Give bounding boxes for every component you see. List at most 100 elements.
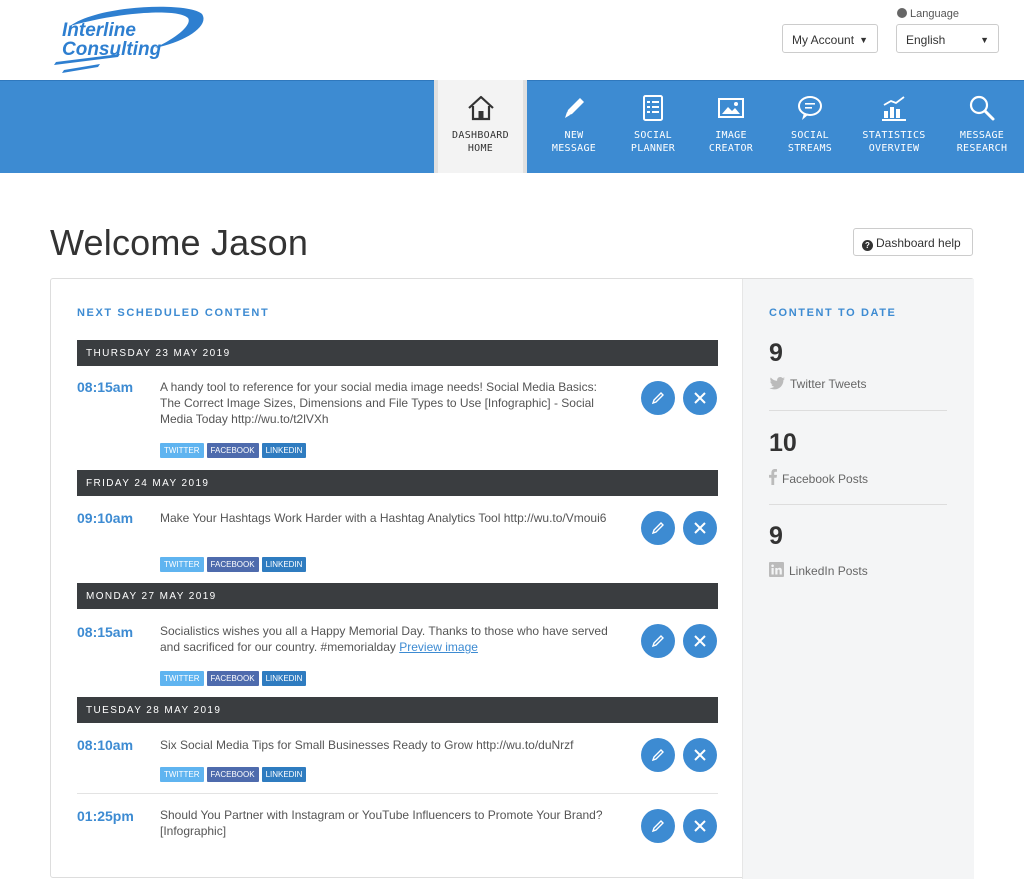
image-icon [718, 98, 744, 118]
nav-social-streams[interactable]: SOCIAL STREAMS [770, 80, 850, 173]
facebook-stat-label: Facebook Posts [769, 469, 868, 486]
pencil-icon [651, 522, 664, 535]
globe-icon [897, 8, 907, 18]
nav-image-creator[interactable]: IMAGE CREATOR [692, 80, 770, 173]
scheduled-message: A handy tool to reference for your socia… [160, 380, 597, 426]
facebook-tag: FACEBOOK [206, 557, 259, 572]
caret-down-icon: ▼ [980, 35, 989, 45]
nav-dashboard-home[interactable]: DASHBOARD HOME [434, 80, 527, 173]
preview-image-link[interactable]: Preview image [399, 640, 478, 654]
linkedin-stat-label: LinkedIn Posts [769, 562, 868, 578]
row-divider [77, 793, 718, 794]
my-account-dropdown[interactable]: My Account ▼ [782, 24, 878, 53]
nav-label-line2: STREAMS [787, 143, 833, 154]
next-scheduled-title: NEXT SCHEDULED CONTENT [77, 307, 270, 319]
scheduled-message: Six Social Media Tips for Small Business… [160, 738, 574, 752]
edit-button[interactable] [641, 381, 675, 415]
network-tags: TWITTER FACEBOOK LINKEDIN [160, 554, 309, 572]
content-to-date-title: CONTENT TO DATE [769, 307, 897, 319]
interline-consulting-logo[interactable]: Interline Consulting [50, 4, 210, 76]
language-label-text: Language [910, 8, 959, 20]
linkedin-tag: LINKEDIN [261, 671, 307, 686]
delete-button[interactable] [683, 624, 717, 658]
delete-button[interactable] [683, 381, 717, 415]
pencil-icon [565, 98, 584, 118]
my-account-value: My Account [792, 33, 855, 47]
scheduled-message: Make Your Hashtags Work Harder with a Ha… [160, 511, 607, 525]
close-icon [694, 522, 706, 534]
twitter-tag: TWITTER [160, 671, 204, 686]
language-dropdown[interactable]: English ▼ [896, 24, 999, 53]
twitter-tag: TWITTER [160, 557, 204, 572]
delete-button[interactable] [683, 809, 717, 843]
language-label: Language [897, 8, 959, 20]
nav-label-line1: SOCIAL [634, 130, 672, 141]
dashboard-help-button[interactable]: ? Dashboard help [853, 228, 973, 256]
linkedin-icon [769, 562, 784, 577]
edit-button[interactable] [641, 624, 675, 658]
scheduled-time: 01:25pm [77, 808, 134, 824]
nav-label-line1: STATISTICS [862, 130, 926, 141]
edit-button[interactable] [641, 809, 675, 843]
nav-label-line2: PLANNER [630, 143, 676, 154]
twitter-tag: TWITTER [160, 443, 204, 458]
scheduled-time: 08:10am [77, 737, 134, 753]
facebook-icon [769, 469, 777, 485]
nav-label-line1: NEW [564, 130, 584, 141]
message-text: Socialistics wishes you all a Happy Memo… [160, 624, 608, 654]
day-header: TUESDAY 28 MAY 2019 [77, 697, 718, 723]
pencil-icon [651, 392, 664, 405]
caret-down-icon: ▼ [859, 35, 868, 45]
edit-button[interactable] [641, 511, 675, 545]
content-to-date-panel: CONTENT TO DATE 9 Twitter Tweets 10 Face… [742, 279, 974, 879]
scheduled-message: Should You Partner with Instagram or You… [160, 808, 603, 838]
language-value: English [906, 33, 946, 47]
linkedin-tag: LINKEDIN [261, 767, 307, 782]
dashboard-help-label: Dashboard help [876, 236, 961, 250]
delete-button[interactable] [683, 511, 717, 545]
chart-icon [882, 96, 906, 121]
nav-label-line1: DASHBOARD [452, 130, 509, 141]
scheduled-time: 09:10am [77, 510, 134, 526]
nav-label-line1: SOCIAL [791, 130, 829, 141]
scheduled-message: Socialistics wishes you all a Happy Memo… [160, 623, 620, 655]
linkedin-tag: LINKEDIN [261, 443, 307, 458]
close-icon [694, 635, 706, 647]
facebook-stat-text: Facebook Posts [782, 472, 869, 486]
network-tags: TWITTER FACEBOOK LINKEDIN [160, 764, 309, 782]
pencil-icon [651, 820, 664, 833]
pencil-icon [651, 635, 664, 648]
planner-icon [643, 95, 663, 121]
day-header: FRIDAY 24 MAY 2019 [77, 470, 718, 496]
facebook-tag: FACEBOOK [206, 671, 259, 686]
nav-label-line2: CREATOR [708, 143, 754, 154]
facebook-tag: FACEBOOK [206, 767, 259, 782]
nav-new-message[interactable]: NEW MESSAGE [534, 80, 614, 173]
dashboard-panel: NEXT SCHEDULED CONTENT THURSDAY 23 MAY 2… [50, 278, 974, 879]
nav-message-research[interactable]: MESSAGE RESEARCH [940, 80, 1024, 173]
home-icon [467, 95, 494, 121]
close-icon [694, 392, 706, 404]
facebook-tag: FACEBOOK [206, 443, 259, 458]
nav-label-line1: IMAGE [715, 130, 747, 141]
logo-text-line1: Interline [62, 20, 136, 41]
stat-divider [769, 410, 947, 411]
scheduled-time: 08:15am [77, 379, 134, 395]
close-icon [694, 749, 706, 761]
twitter-stat-label: Twitter Tweets [769, 377, 866, 391]
twitter-count: 9 [769, 339, 783, 367]
close-icon [694, 820, 706, 832]
twitter-tag: TWITTER [160, 767, 204, 782]
twitter-icon [769, 377, 785, 390]
nav-label-line1: MESSAGE [959, 130, 1005, 141]
nav-social-planner[interactable]: SOCIAL PLANNER [614, 80, 692, 173]
day-header: MONDAY 27 MAY 2019 [77, 583, 718, 609]
edit-button[interactable] [641, 738, 675, 772]
network-tags: TWITTER FACEBOOK LINKEDIN [160, 668, 309, 686]
linkedin-count: 9 [769, 522, 783, 550]
linkedin-tag: LINKEDIN [261, 557, 307, 572]
delete-button[interactable] [683, 738, 717, 772]
twitter-stat-text: Twitter Tweets [790, 377, 867, 391]
nav-statistics-overview[interactable]: STATISTICS OVERVIEW [852, 80, 936, 173]
nav-label-line2: RESEARCH [956, 143, 1008, 154]
